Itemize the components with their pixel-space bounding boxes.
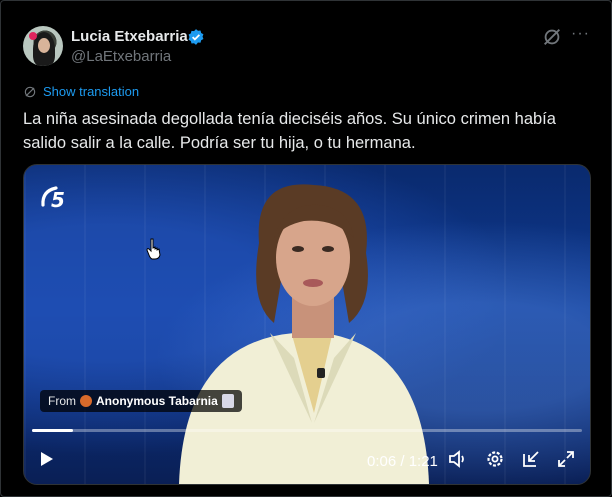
picture-in-picture-icon[interactable] bbox=[521, 449, 541, 469]
video-progress-bar[interactable] bbox=[32, 429, 582, 432]
video-controls: 0:06 / 1:21 bbox=[24, 445, 590, 475]
video-time: 0:06 / 1:21 bbox=[367, 453, 438, 470]
author-handle[interactable]: @LaEtxebarria bbox=[71, 48, 171, 65]
from-prefix: From bbox=[48, 394, 76, 408]
video-progress-fill bbox=[32, 429, 73, 432]
svg-text:5: 5 bbox=[51, 188, 65, 212]
source-badge-icon bbox=[221, 394, 234, 408]
translate-icon bbox=[24, 86, 36, 97]
play-icon[interactable] bbox=[38, 449, 56, 469]
show-translation-link[interactable]: Show translation bbox=[23, 84, 139, 99]
volume-icon[interactable] bbox=[448, 449, 470, 469]
source-avatar bbox=[80, 395, 92, 407]
author-name[interactable]: Lucia Etxebarria bbox=[71, 28, 188, 45]
mouse-cursor-icon bbox=[146, 238, 161, 260]
tweet-card: Lucia Etxebarria @LaEtxebarria ··· Show … bbox=[0, 0, 612, 497]
from-source-name: Anonymous Tabarnia bbox=[96, 394, 218, 408]
show-translation-label: Show translation bbox=[43, 84, 140, 99]
tweet-text: La niña asesinada degollada tenía diecis… bbox=[23, 110, 556, 152]
from-attribution[interactable]: From Anonymous Tabarnia bbox=[40, 390, 242, 412]
verified-badge-icon bbox=[188, 29, 204, 45]
more-icon[interactable]: ··· bbox=[571, 25, 590, 43]
gear-icon[interactable] bbox=[485, 449, 505, 469]
grok-icon[interactable] bbox=[541, 26, 563, 48]
video-player[interactable]: 5 From Anonymous Tabarnia 0:06 / 1:21 bbox=[23, 164, 591, 485]
news-presenter bbox=[179, 184, 429, 484]
avatar[interactable] bbox=[23, 26, 63, 66]
telecinco-logo: 5 bbox=[41, 186, 65, 212]
fullscreen-icon[interactable] bbox=[556, 449, 576, 469]
